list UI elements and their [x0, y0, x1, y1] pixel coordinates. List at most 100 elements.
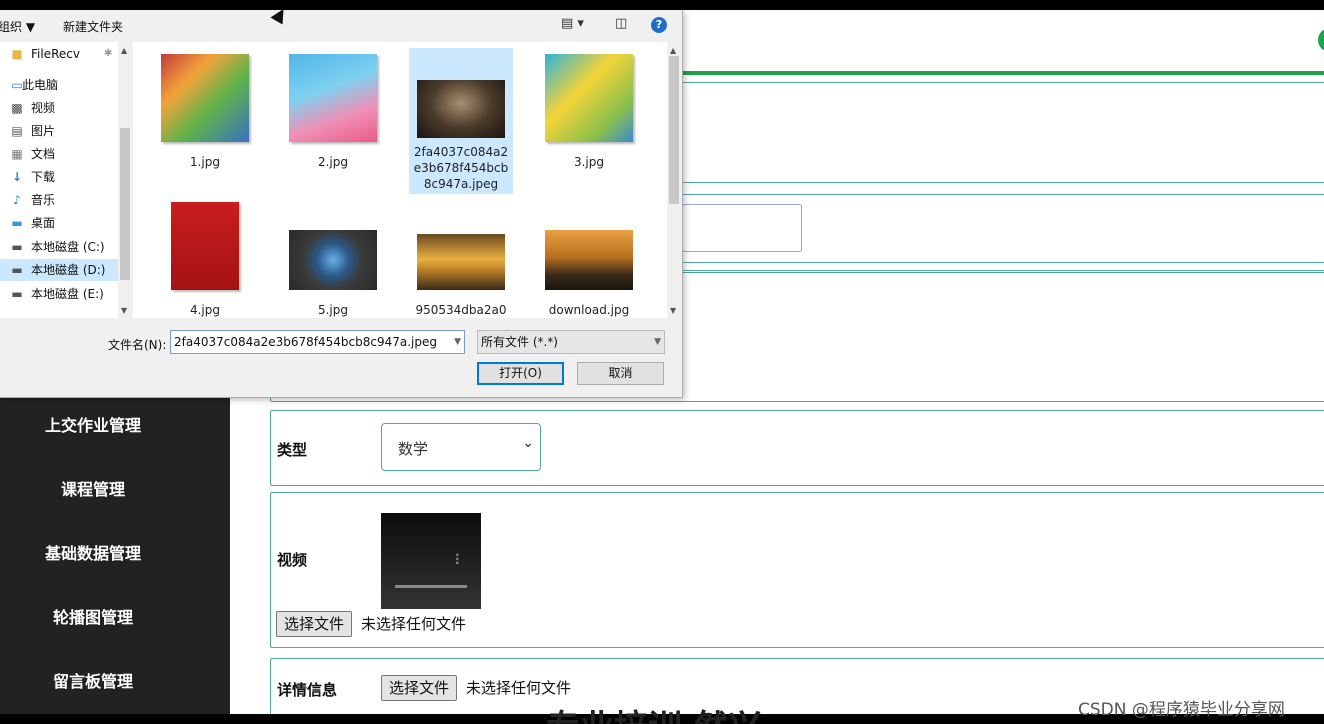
file-name-line: 2fa4037c084a2 — [413, 145, 509, 159]
sidebar-item-course[interactable]: 课程管理 — [0, 476, 186, 500]
type-select[interactable]: 数学 ⌄ — [381, 423, 541, 471]
help-icon[interactable]: ? — [651, 17, 667, 33]
folder-icon: ■ — [11, 47, 23, 61]
nav-item-music[interactable]: ♪ 音乐 — [0, 189, 118, 211]
nav-item-videos[interactable]: ▩ 视频 — [0, 97, 118, 119]
filetype-select[interactable]: 所有文件 (*.*) ▼ — [477, 330, 665, 354]
file-thumbnail — [289, 54, 377, 142]
nav-item-filerecv[interactable]: ■ FileRecv ✱ — [0, 43, 118, 65]
video-folder-icon: ▩ — [11, 101, 23, 115]
pin-icon[interactable]: ✱ — [104, 43, 112, 65]
picture-folder-icon: ▤ — [11, 124, 23, 138]
nav-item-drive-e[interactable]: ▬ 本地磁盘 (E:) — [0, 283, 118, 305]
organize-menu[interactable]: 组织 ▼ — [0, 18, 35, 35]
video-label: 视频 — [277, 551, 308, 569]
more-options-icon[interactable]: · · · — [455, 549, 460, 569]
form-divider — [682, 182, 1324, 183]
download-folder-icon: ↓ — [11, 170, 23, 184]
file-grid: 1.jpg 2.jpg 2fa4037c084a2 e3b678f454bcb … — [133, 42, 667, 318]
file-thumbnail — [417, 234, 505, 290]
sidebar-item-homework[interactable]: 上交作业管理 — [0, 412, 186, 436]
video-progress-bar[interactable] — [395, 585, 467, 588]
page-heading-partial: 专业培训 然兴 — [546, 700, 762, 724]
file-item[interactable]: 4.jpg — [153, 200, 257, 318]
chevron-down-icon: ▼ — [654, 337, 661, 347]
file-name: 2.jpg — [317, 155, 349, 169]
title-input[interactable] — [682, 204, 802, 252]
file-thumbnail — [289, 230, 377, 290]
file-name: 4.jpg — [189, 303, 221, 317]
nav-item-drive-c[interactable]: ▬ 本地磁盘 (C:) — [0, 236, 118, 258]
file-thumbnail — [161, 54, 249, 142]
scroll-down-icon[interactable]: ▼ — [121, 306, 127, 315]
file-name-line: 8c947a.jpeg — [423, 177, 499, 191]
music-folder-icon: ♪ — [13, 193, 21, 207]
nav-item-pictures[interactable]: ▤ 图片 — [0, 120, 118, 142]
file-item[interactable]: 1.jpg — [153, 52, 257, 192]
file-item[interactable]: 950534dba2a0 2fa8e13bf23b0 — [409, 200, 513, 318]
file-name-line: e3b678f454bcb — [413, 161, 509, 175]
file-grid-scrollbar[interactable]: ▲ ▼ — [667, 42, 681, 318]
nav-scrollbar[interactable]: ▲ ▼ — [118, 42, 132, 318]
preview-pane-icon[interactable]: ◫ — [615, 16, 627, 31]
file-name: 5.jpg — [317, 303, 349, 317]
form-divider — [682, 82, 1324, 83]
filetype-value: 所有文件 (*.*) — [481, 335, 558, 349]
open-button[interactable]: 打开(O) — [477, 362, 564, 385]
form-divider — [682, 194, 1324, 195]
sidebar-item-carousel[interactable]: 轮播图管理 — [0, 604, 186, 628]
file-item[interactable]: 5.jpg — [281, 200, 385, 318]
scroll-down-icon[interactable]: ▼ — [670, 306, 676, 315]
detail-no-file-text: 未选择任何文件 — [466, 679, 572, 697]
form-row-type: 类型 数学 ⌄ — [270, 410, 1324, 486]
chevron-down-icon: ⌄ — [522, 435, 534, 451]
nav-item-this-pc[interactable]: ▭ 此电脑 — [0, 74, 118, 96]
nav-item-documents[interactable]: ▦ 文档 — [0, 143, 118, 165]
file-name: 3.jpg — [573, 155, 605, 169]
form-row-video: 视频 · · · 选择文件 未选择任何文件 — [270, 492, 1324, 648]
form-divider — [682, 262, 1324, 263]
header-divider — [682, 71, 1324, 75]
file-thumbnail — [171, 202, 239, 290]
video-no-file-text: 未选择任何文件 — [361, 615, 467, 633]
file-thumbnail — [545, 54, 633, 142]
nav-scrollbar-thumb[interactable] — [120, 128, 130, 280]
video-preview[interactable]: · · · — [381, 513, 481, 609]
file-item[interactable]: download.jpg — [537, 200, 641, 318]
nav-item-desktop[interactable]: ▬ 桌面 — [0, 212, 118, 234]
new-folder-button[interactable]: 新建文件夹 — [63, 18, 123, 35]
drive-icon: ▬ — [11, 263, 23, 277]
file-name: 1.jpg — [189, 155, 221, 169]
file-thumbnail — [417, 80, 505, 138]
view-mode-icon[interactable]: ▤ ▾ — [561, 16, 584, 31]
nav-item-downloads[interactable]: ↓ 下载 — [0, 166, 118, 188]
navigation-pane: ■ FileRecv ✱ ▭ 此电脑 ▩ 视频 ▤ 图片 ▦ 文档 ↓ 下载 ♪… — [0, 42, 132, 318]
sidebar-item-base-data[interactable]: 基础数据管理 — [0, 540, 186, 564]
chevron-down-icon[interactable]: ▼ — [454, 331, 461, 353]
filename-label: 文件名(N): — [108, 338, 167, 352]
nav-item-drive-d[interactable]: ▬ 本地磁盘 (D:) — [0, 259, 118, 281]
sidebar-item-message-board[interactable]: 留言板管理 — [0, 668, 186, 692]
status-dot — [1318, 28, 1324, 52]
type-label: 类型 — [277, 441, 308, 459]
type-select-value: 数学 — [398, 440, 429, 458]
scroll-up-icon[interactable]: ▲ — [670, 46, 676, 55]
file-thumbnail — [545, 230, 633, 290]
file-item[interactable]: 3.jpg — [537, 52, 641, 192]
scroll-up-icon[interactable]: ▲ — [121, 46, 127, 55]
video-choose-file-button[interactable]: 选择文件 — [276, 611, 353, 637]
detail-choose-file-button[interactable]: 选择文件 — [381, 675, 458, 701]
filename-value: 2fa4037c084a2e3b678f454bcb8c947a.jpeg — [174, 335, 437, 349]
desktop-folder-icon: ▬ — [11, 216, 23, 230]
file-grid-scrollbar-thumb[interactable] — [669, 56, 679, 204]
drive-icon: ▬ — [11, 240, 23, 254]
csdn-watermark: CSDN @程序猿毕业分享网 — [1078, 700, 1285, 720]
filename-input[interactable]: 2fa4037c084a2e3b678f454bcb8c947a.jpeg ▼ — [170, 330, 465, 354]
drive-icon: ▬ — [11, 287, 23, 301]
file-item-selected[interactable]: 2fa4037c084a2 e3b678f454bcb 8c947a.jpeg — [409, 48, 513, 194]
detail-label: 详情信息 — [277, 681, 338, 699]
file-open-dialog: 组织 ▼ 新建文件夹 ▤ ▾ ◫ ? ■ FileRecv ✱ ▭ 此电脑 ▩ … — [0, 10, 683, 398]
file-name: download.jpg — [548, 303, 630, 317]
file-item[interactable]: 2.jpg — [281, 52, 385, 192]
cancel-button[interactable]: 取消 — [577, 362, 664, 385]
